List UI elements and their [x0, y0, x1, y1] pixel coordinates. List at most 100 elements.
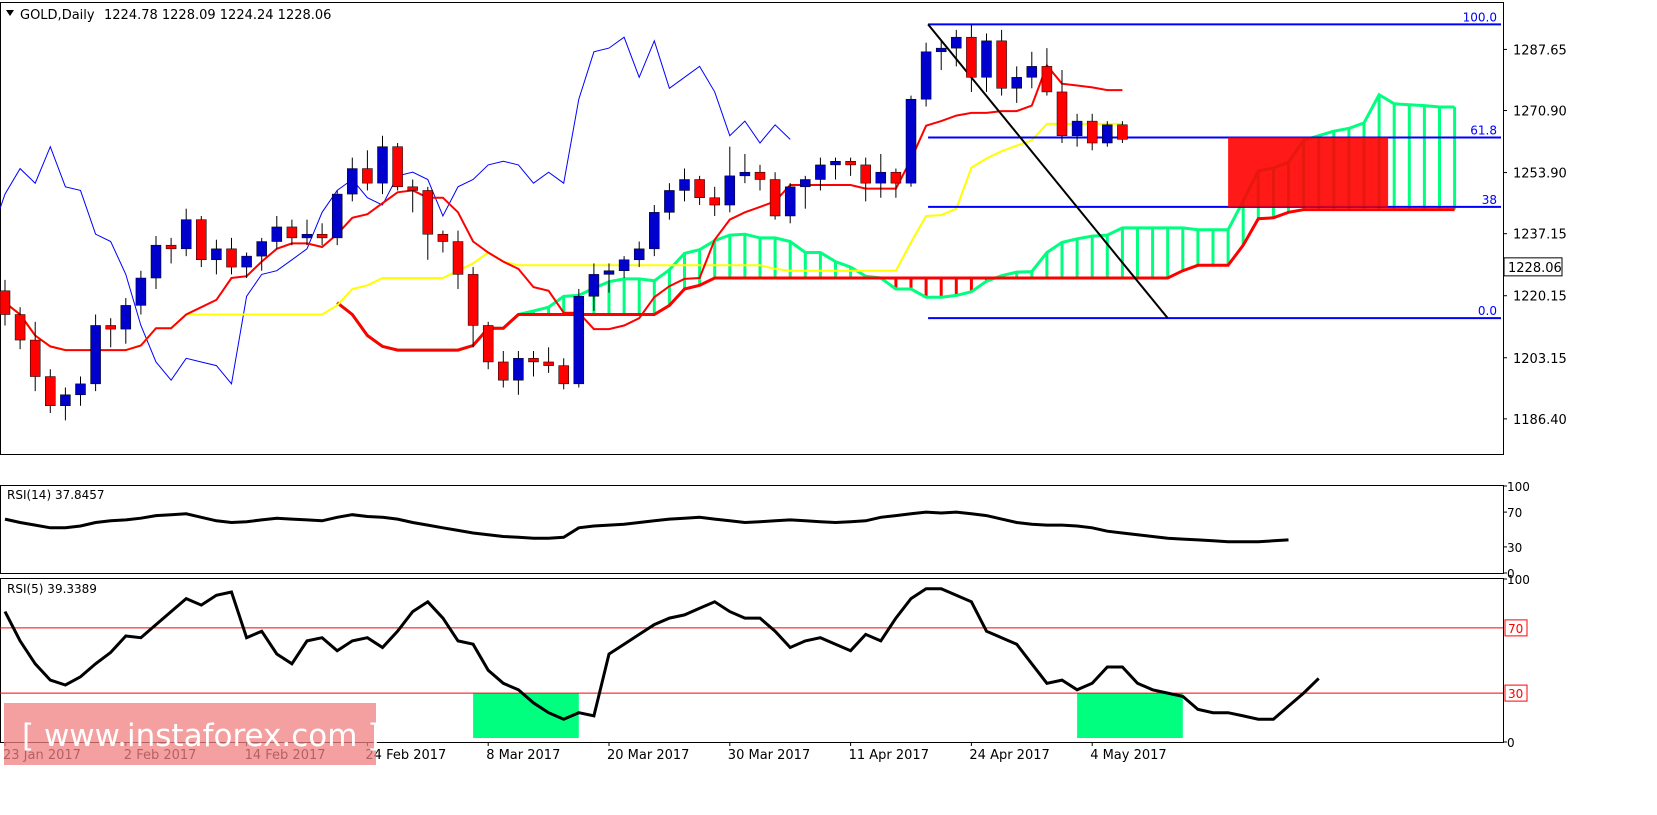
- candle-body-44: [664, 190, 675, 213]
- candle-13: [196, 215, 207, 268]
- candle-body-29: [437, 233, 449, 242]
- candle-body-54: [815, 164, 826, 180]
- candle-body-21: [316, 233, 328, 239]
- price-tick-label-0: 1287.65: [1513, 43, 1567, 58]
- fib-level-label-0: 100.0: [1463, 10, 1497, 24]
- candle-body-1: [14, 314, 26, 341]
- time-tick-label-6: 30 Mar 2017: [728, 748, 810, 763]
- candle-body-52: [784, 186, 796, 217]
- candle-body-2: [29, 339, 41, 377]
- candle-22: [331, 190, 343, 246]
- candle-73: [1102, 121, 1113, 147]
- candle-body-26: [392, 146, 403, 188]
- candle-body-25: [377, 146, 388, 184]
- candle-body-38: [573, 296, 585, 385]
- candle-body-14: [211, 248, 222, 261]
- fib-zone-highlight: [1228, 137, 1389, 207]
- candle-body-51: [769, 179, 781, 217]
- candle-body-70: [1056, 91, 1068, 136]
- candle-body-16: [241, 255, 252, 268]
- candle-body-17: [256, 241, 267, 257]
- candle-body-3: [45, 376, 56, 406]
- candle-body-68: [1026, 66, 1038, 78]
- time-tick-label-9: 4 May 2017: [1090, 748, 1167, 763]
- price-tick-label-3: 1237.15: [1513, 228, 1567, 243]
- candle-body-42: [633, 248, 645, 261]
- watermark-text: [ www.instaforex.com ]: [22, 718, 379, 754]
- candle-body-46: [694, 179, 705, 198]
- candle-body-5: [75, 383, 86, 396]
- current-price-tag: 1228.06: [1503, 257, 1563, 277]
- candle-body-57: [860, 164, 871, 184]
- candle-6: [90, 314, 101, 392]
- candle-body-47: [709, 197, 720, 206]
- candle-body-67: [1011, 77, 1022, 89]
- candle-body-28: [422, 190, 434, 235]
- candle-body-50: [754, 171, 766, 180]
- rsi14-tick-label-1: 70: [1507, 506, 1522, 520]
- candle-body-41: [618, 259, 630, 271]
- candle-body-60: [905, 98, 917, 184]
- candle-body-65: [981, 40, 992, 78]
- chart-window: 100.0 61.8 38 0.0 1287.65 1270.90 1253.90 1237.…: [0, 0, 1657, 811]
- candle-body-71: [1071, 120, 1083, 136]
- rsi14-tick-label-2: 30: [1507, 541, 1522, 555]
- candle-body-72: [1086, 120, 1098, 144]
- candle-body-74: [1117, 124, 1128, 140]
- fib-level-label-2: 38: [1482, 193, 1497, 207]
- price-tick-label-6: 1186.40: [1513, 413, 1567, 428]
- candle-body-63: [951, 36, 962, 49]
- candle-body-33: [498, 361, 509, 381]
- rsi14-label: RSI(14) 37.8457: [7, 488, 105, 502]
- candle-body-45: [679, 179, 690, 191]
- candle-body-4: [60, 394, 71, 406]
- time-tick-label-7: 11 Apr 2017: [849, 748, 929, 763]
- candle-body-48: [724, 175, 736, 206]
- rsi5-tick-label-2: 30: [1508, 687, 1523, 701]
- candle-body-34: [513, 358, 524, 381]
- watermark: [ www.instaforex.com ]: [4, 703, 379, 765]
- price-tick-label-5: 1203.15: [1513, 352, 1567, 367]
- candle-body-43: [649, 212, 660, 250]
- price-tick-label-2: 1253.90: [1513, 167, 1567, 182]
- candle-body-6: [90, 325, 101, 385]
- candle-body-12: [180, 219, 192, 250]
- candle-body-27: [407, 186, 418, 191]
- time-tick-label-5: 20 Mar 2017: [607, 748, 689, 763]
- candle-body-9: [135, 277, 147, 306]
- candle-body-18: [271, 226, 283, 242]
- time-tick-label-4: 8 Mar 2017: [486, 748, 560, 763]
- candle-32: [482, 321, 494, 370]
- candle-body-11: [165, 244, 177, 250]
- candle-body-61: [920, 51, 932, 100]
- candle-body-15: [226, 248, 237, 268]
- candle-body-39: [588, 274, 600, 297]
- candle-body-58: [875, 171, 887, 184]
- rsi5-oversold-highlight-0: [473, 693, 579, 738]
- price-tick-label-1: 1270.90: [1513, 105, 1567, 120]
- candle-body-24: [362, 168, 373, 184]
- current-price-value: 1228.06: [1508, 261, 1562, 276]
- price-tick-label-4: 1220.15: [1513, 290, 1567, 305]
- candle-body-19: [286, 226, 298, 239]
- candle-body-8: [120, 305, 132, 330]
- symbol-label: GOLD,Daily: [20, 8, 95, 23]
- candle-body-53: [800, 179, 811, 188]
- candle-body-0: [0, 290, 11, 315]
- candle-43: [649, 205, 660, 257]
- candle-body-10: [150, 244, 162, 279]
- candle-26: [392, 143, 403, 191]
- candle-body-32: [482, 325, 494, 363]
- candle-body-35: [528, 358, 539, 363]
- rsi5-tick-label-1: 70: [1508, 622, 1523, 636]
- candle-body-31: [467, 274, 479, 326]
- fib-level-label-3: 0.0: [1478, 304, 1497, 318]
- candle-61: [920, 42, 932, 107]
- candle-body-64: [966, 36, 977, 78]
- candle-body-73: [1102, 124, 1113, 144]
- fib-level-label-1: 61.8: [1470, 124, 1497, 138]
- candle-51: [769, 172, 781, 220]
- chart-canvas[interactable]: 100.0 61.8 38 0.0 1287.65 1270.90 1253.90 1237.…: [0, 0, 1657, 811]
- candle-body-30: [452, 241, 464, 275]
- candle-body-49: [739, 171, 751, 177]
